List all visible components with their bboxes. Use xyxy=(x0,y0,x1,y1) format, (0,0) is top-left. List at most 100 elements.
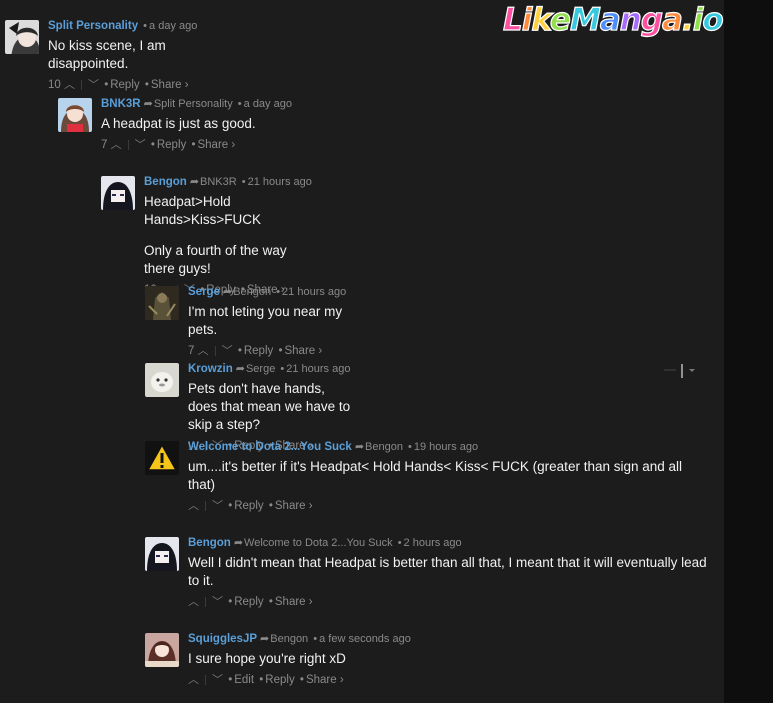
author-link[interactable]: BNK3R xyxy=(101,98,141,110)
avatar[interactable] xyxy=(145,286,179,320)
comment-text: No kiss scene, I am disappointed. xyxy=(48,37,197,73)
chevron-down-icon[interactable]: ﹀ xyxy=(88,78,99,92)
author-link[interactable]: Bengon xyxy=(188,537,231,549)
parent-author-link[interactable]: Split Personality xyxy=(154,98,233,110)
chevron-up-icon[interactable]: ︿ xyxy=(188,673,199,687)
chevron-down-icon[interactable]: ﹀ xyxy=(212,595,223,609)
comment-header: SquigglesJP ➦Bengon • a few seconds ago xyxy=(188,633,411,645)
reply-button[interactable]: Reply xyxy=(244,345,273,357)
chevron-up-icon[interactable]: ︿ xyxy=(198,344,209,358)
timestamp-link[interactable]: 19 hours ago xyxy=(414,441,478,453)
comment-footer: 7 ︿ ﹀ • Reply • Share › xyxy=(188,344,323,358)
reply-arrow-icon: ➦ xyxy=(235,363,245,375)
comment-paragraph: um....it's better if it's Headpat< Hold … xyxy=(188,459,683,492)
share-button[interactable]: Share › xyxy=(306,674,344,686)
reply-button[interactable]: Reply xyxy=(234,596,263,608)
comment-text: Well I didn't mean that Headpat is bette… xyxy=(188,554,708,590)
share-button[interactable]: Share › xyxy=(275,596,313,608)
comment-text: A headpat is just as good. xyxy=(101,115,292,133)
timestamp-link[interactable]: a day ago xyxy=(149,20,197,32)
comment-paragraph: No kiss scene, I am disappointed. xyxy=(48,38,166,71)
timestamp-link[interactable]: a few seconds ago xyxy=(319,633,411,645)
comment-text: Pets don't have hands, does that mean we… xyxy=(188,380,350,434)
comment-paragraph: Only a fourth of the way there guys! xyxy=(144,243,287,276)
vote-count: 7 xyxy=(188,345,195,357)
timestamp-link[interactable]: a day ago xyxy=(244,98,292,110)
reply-button[interactable]: Reply xyxy=(110,79,139,91)
comment-paragraph: Well I didn't mean that Headpat is bette… xyxy=(188,555,707,588)
avatar[interactable] xyxy=(145,633,179,667)
chevron-up-icon[interactable]: ︿ xyxy=(111,138,122,152)
chevron-down-icon[interactable]: ﹀ xyxy=(135,138,146,152)
comment-text: um....it's better if it's Headpat< Hold … xyxy=(188,458,708,494)
parent-author-link[interactable]: Welcome to Dota 2...You Suck xyxy=(244,537,393,549)
reply-button[interactable]: Reply xyxy=(157,139,186,151)
comment-header: Split Personality • a day ago xyxy=(48,20,198,32)
timestamp-link[interactable]: 21 hours ago xyxy=(286,363,350,375)
comment-paragraph: A headpat is just as good. xyxy=(101,116,256,131)
comment-header: Bengon ➦Welcome to Dota 2...You Suck • 2 h… xyxy=(188,537,462,549)
avatar[interactable] xyxy=(5,20,39,54)
chevron-down-icon xyxy=(664,364,695,378)
avatar[interactable] xyxy=(145,537,179,571)
comment-paragraph: I sure hope you're right xD xyxy=(188,651,346,666)
comment-text: I'm not leting you near my pets. xyxy=(188,303,346,339)
reply-arrow-icon: ➦ xyxy=(189,176,200,188)
parent-author-link[interactable]: Bengon xyxy=(365,441,403,453)
comment-footer: 10 ︿﹀ •Reply •Share › xyxy=(48,78,189,92)
parent-author-link[interactable]: Bengon xyxy=(233,286,271,298)
comment-text: Headpat>Hold Hands>Kiss>FUCK Only a four… xyxy=(144,193,312,278)
comment-header: Welcome to Dota 2...You Suck ➦Bengon • 19 … xyxy=(188,441,479,453)
reply-button[interactable]: Reply xyxy=(234,500,263,512)
page-margin xyxy=(724,0,773,703)
comment-menu-toggle[interactable] xyxy=(662,362,702,380)
comment-header: Bengon ➦BNK3R • 21 hours ago xyxy=(144,176,312,188)
comment-text: I sure hope you're right xD xyxy=(188,650,411,668)
vote-count: 10 xyxy=(48,79,61,91)
chevron-up-icon[interactable]: ︿ xyxy=(64,78,75,92)
comment-header: BNK3R ➦Split Personality • a day ago xyxy=(101,98,292,110)
comment-header: Serge ➦Bengon • 21 hours ago xyxy=(188,286,347,298)
chevron-down-icon[interactable]: ﹀ xyxy=(222,344,233,358)
comment-footer: 7 ︿ ﹀ • Reply • Share › xyxy=(101,138,236,152)
author-link[interactable]: Bengon xyxy=(144,176,187,188)
reply-button[interactable]: Reply xyxy=(265,674,294,686)
comment-paragraph: Pets don't have hands, does that mean we… xyxy=(188,381,351,432)
avatar[interactable] xyxy=(145,441,179,475)
share-button[interactable]: Share › xyxy=(284,345,322,357)
timestamp-link[interactable]: 2 hours ago xyxy=(404,537,462,549)
reply-arrow-icon: ➦ xyxy=(260,633,270,645)
reply-arrow-icon: ➦ xyxy=(222,286,233,298)
comment-paragraph: I'm not leting you near my pets. xyxy=(188,304,343,337)
chevron-up-icon[interactable]: ︿ xyxy=(188,499,199,513)
author-link[interactable]: Serge xyxy=(188,286,220,298)
edit-button[interactable]: Edit xyxy=(234,674,254,686)
avatar[interactable] xyxy=(145,363,179,397)
chevron-up-icon[interactable]: ︿ xyxy=(188,595,199,609)
timestamp-link[interactable]: 21 hours ago xyxy=(248,176,312,188)
vote-count: 7 xyxy=(101,139,108,151)
timestamp-link[interactable]: 21 hours ago xyxy=(282,286,346,298)
reply-arrow-icon: ➦ xyxy=(143,98,153,110)
site-logo: LikeManga.io xyxy=(502,1,724,38)
comment-footer: ︿ ﹀ • Edit • Reply • Share › xyxy=(188,673,344,687)
author-link[interactable]: Split Personality xyxy=(48,20,138,32)
chevron-down-icon[interactable]: ﹀ xyxy=(212,673,223,687)
comment-header: Krowzin ➦Serge • 21 hours ago xyxy=(188,363,351,375)
comment-paragraph: Headpat>Hold Hands>Kiss>FUCK xyxy=(144,194,262,227)
chevron-down-icon[interactable]: ﹀ xyxy=(212,499,223,513)
reply-arrow-icon: ➦ xyxy=(354,441,365,453)
share-button[interactable]: Share › xyxy=(275,500,313,512)
avatar[interactable] xyxy=(58,98,92,132)
author-link[interactable]: Welcome to Dota 2...You Suck xyxy=(188,441,352,453)
comment-footer: ︿ ﹀ • Reply • Share › xyxy=(188,595,313,609)
share-button[interactable]: Share › xyxy=(151,79,189,91)
author-link[interactable]: SquigglesJP xyxy=(188,633,257,645)
comment-footer: ︿ ﹀ • Reply • Share › xyxy=(188,499,313,513)
parent-author-link[interactable]: Serge xyxy=(246,363,275,375)
author-link[interactable]: Krowzin xyxy=(188,363,233,375)
share-button[interactable]: Share › xyxy=(197,139,235,151)
avatar[interactable] xyxy=(101,176,135,210)
parent-author-link[interactable]: Bengon xyxy=(270,633,308,645)
parent-author-link[interactable]: BNK3R xyxy=(200,176,237,188)
